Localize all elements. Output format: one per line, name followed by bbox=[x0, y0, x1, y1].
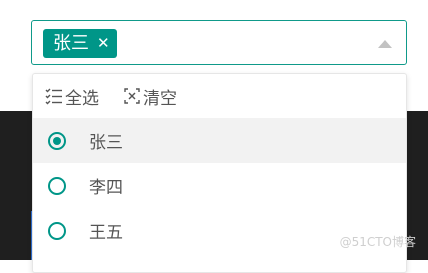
radio-icon[interactable] bbox=[48, 221, 66, 240]
watermark: @51CTO博客 bbox=[339, 235, 416, 249]
option-label: 张三 bbox=[89, 133, 123, 153]
select-all-button[interactable]: 全选 bbox=[45, 84, 99, 109]
select-all-label: 全选 bbox=[65, 88, 99, 109]
clear-button[interactable]: 清空 bbox=[123, 84, 177, 109]
clear-icon bbox=[124, 88, 140, 104]
radio-icon[interactable] bbox=[48, 176, 66, 195]
list-item[interactable]: 李四 bbox=[33, 163, 406, 208]
option-label: 李四 bbox=[89, 178, 123, 198]
selected-tag-label: 张三 bbox=[53, 33, 89, 54]
clear-label: 清空 bbox=[143, 88, 177, 109]
multi-select-input[interactable]: 张三 ✕ bbox=[31, 20, 407, 65]
list-check-icon bbox=[45, 88, 62, 105]
chevron-up-icon[interactable] bbox=[378, 40, 392, 48]
option-label: 王五 bbox=[89, 223, 123, 243]
selected-tag: 张三 ✕ bbox=[43, 29, 117, 58]
list-item[interactable]: 张三 bbox=[33, 118, 406, 163]
radio-checked-icon[interactable] bbox=[48, 131, 66, 150]
close-icon[interactable]: ✕ bbox=[97, 29, 110, 58]
dropdown-toolbar: 全选 清空 bbox=[33, 74, 406, 118]
